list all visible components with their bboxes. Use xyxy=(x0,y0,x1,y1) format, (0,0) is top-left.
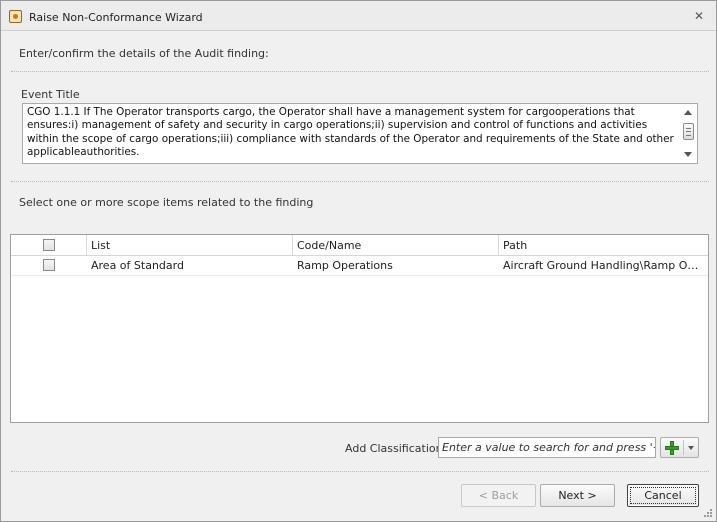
window-title: Raise Non-Conformance Wizard xyxy=(29,11,203,24)
resize-grip-icon[interactable] xyxy=(704,509,713,518)
select-all-column xyxy=(11,235,87,256)
back-button[interactable]: < Back xyxy=(461,484,536,507)
scroll-down-icon[interactable] xyxy=(684,152,692,157)
plus-icon[interactable] xyxy=(665,441,679,455)
column-header-label: List xyxy=(91,239,111,252)
scope-instruction: Select one or more scope items related t… xyxy=(19,196,314,209)
event-title-label: Event Title xyxy=(21,88,80,101)
divider xyxy=(11,181,709,182)
event-title-textarea[interactable]: CGO 1.1.1 If The Operator transports car… xyxy=(22,103,698,164)
divider xyxy=(11,471,709,472)
row-path-cell: Aircraft Ground Handling\Ramp Operati... xyxy=(503,259,705,272)
row-code-cell: Ramp Operations xyxy=(297,259,393,272)
chevron-down-icon[interactable] xyxy=(688,446,694,450)
scroll-up-icon[interactable] xyxy=(684,110,692,115)
select-all-checkbox[interactable] xyxy=(43,239,55,251)
event-title-scrollbar[interactable] xyxy=(680,104,697,163)
row-checkbox[interactable] xyxy=(43,259,55,271)
focus-ring xyxy=(630,487,696,504)
divider xyxy=(683,440,684,455)
add-classification-button[interactable] xyxy=(660,437,699,458)
cancel-button[interactable]: Cancel xyxy=(627,484,699,507)
details-instruction: Enter/confirm the details of the Audit f… xyxy=(19,47,269,60)
wizard-window: Raise Non-Conformance Wizard ✕ Enter/con… xyxy=(0,0,717,522)
add-classification-label: Add Classification: xyxy=(345,442,447,455)
title-bar: Raise Non-Conformance Wizard ✕ xyxy=(1,1,716,31)
column-header-path[interactable]: Path xyxy=(499,235,708,256)
scroll-thumb[interactable] xyxy=(683,123,694,140)
column-header-list[interactable]: List xyxy=(87,235,293,256)
classification-search-input[interactable]: Enter a value to search for and press '+… xyxy=(438,437,656,458)
close-icon[interactable]: ✕ xyxy=(692,9,706,23)
table-row[interactable]: Area of Standard Ramp Operations Aircraf… xyxy=(11,256,708,276)
grid-header: List Code/Name Path xyxy=(11,235,708,256)
next-button[interactable]: Next > xyxy=(540,484,615,507)
column-header-code-name[interactable]: Code/Name xyxy=(293,235,499,256)
scope-items-grid[interactable]: List Code/Name Path Area of Standard Ram… xyxy=(10,234,709,423)
event-title-text[interactable]: CGO 1.1.1 If The Operator transports car… xyxy=(27,106,679,159)
column-header-label: Code/Name xyxy=(297,239,362,252)
column-header-label: Path xyxy=(503,239,528,252)
wizard-app-icon xyxy=(9,10,22,23)
row-list-cell: Area of Standard xyxy=(91,259,184,272)
divider xyxy=(11,71,709,72)
